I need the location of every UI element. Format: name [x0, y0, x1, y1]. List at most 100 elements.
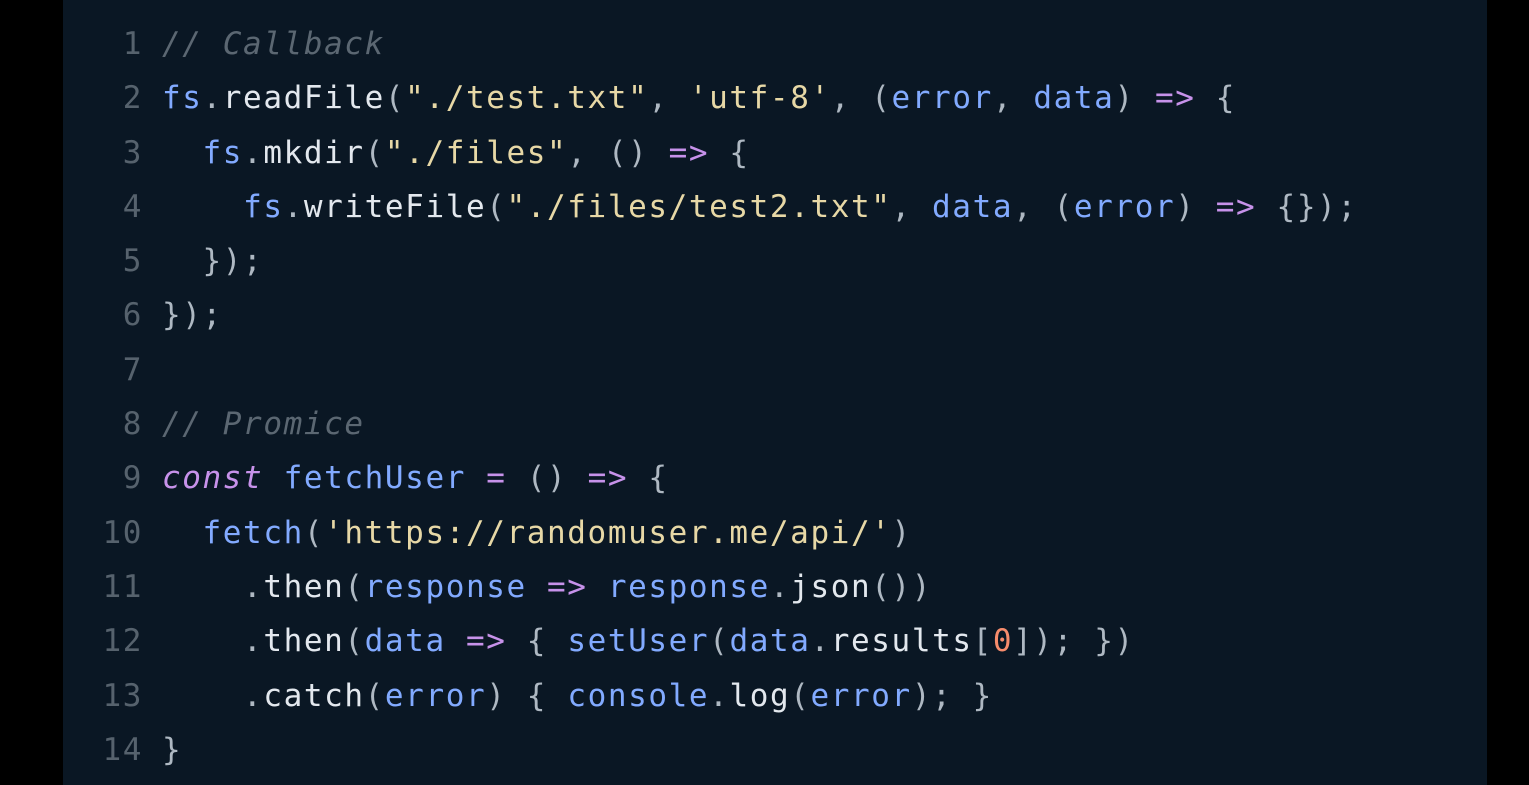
line-number: 14 [102, 731, 143, 768]
code-block: 1// Callback 2 fs.readFile("./test.txt", '… [63, 17, 1487, 777]
line-number: 9 [122, 460, 143, 497]
code-line: 10 fetch('https://randomuser.me/api/') [63, 506, 1487, 560]
code-token: . [162, 677, 264, 714]
code-token: fs [243, 188, 284, 225]
code-text: }); [162, 234, 263, 288]
code-token: . [162, 623, 264, 660]
code-text: fetch('https://randomuser.me/api/') [162, 506, 912, 560]
code-token: { [628, 460, 669, 497]
code-token: ) [1175, 188, 1216, 225]
code-token: console [567, 677, 710, 714]
code-token: }); [162, 297, 223, 334]
code-line: 5 }); [63, 234, 1487, 288]
code-token: "./test.txt" [405, 80, 649, 117]
code-token: data [729, 623, 811, 660]
code-token: => [1215, 188, 1257, 225]
code-line: 13 .catch(error) { console.log(error); } [63, 669, 1487, 723]
code-line: 3 fs.mkdir("./files", () => { [63, 126, 1487, 180]
code-token: ( [364, 677, 385, 714]
code-token: , ( [830, 80, 892, 117]
code-token: => [1154, 80, 1196, 117]
code-token: [ [972, 623, 993, 660]
code-token: 0 [992, 623, 1014, 660]
code-line: 6}); [63, 288, 1487, 342]
code-token: catch [263, 677, 365, 714]
code-token: { [1195, 80, 1237, 117]
code-token: ( [384, 80, 406, 117]
code-token: . [709, 677, 730, 714]
code-token: // Callback [162, 26, 385, 62]
code-token: , () [567, 134, 669, 171]
code-token: "./files" [384, 134, 568, 171]
code-token: response [607, 568, 770, 605]
code-token: // Promice [162, 406, 365, 443]
code-frame: 1// Callback 2 fs.readFile("./test.txt", '… [63, 0, 1487, 785]
code-token: ]); }) [1013, 623, 1135, 660]
line-number: 10 [102, 514, 143, 551]
code-line: 7 [63, 343, 1487, 397]
code-token: () [506, 460, 588, 497]
code-token: . [162, 568, 264, 605]
code-token: , [648, 80, 689, 117]
code-text: fs.readFile("./test.txt", 'utf-8', (erro… [162, 71, 1236, 125]
code-token: error [891, 80, 993, 117]
code-text: }); [162, 288, 223, 342]
line-number: 5 [122, 243, 143, 280]
code-token: , [891, 188, 933, 225]
code-token: { [709, 134, 750, 171]
code-token: error [384, 677, 487, 714]
code-token: log [729, 677, 791, 714]
code-token: fs [202, 134, 244, 171]
line-number: 4 [122, 188, 143, 225]
code-token: writeFile [303, 188, 487, 225]
code-token: ) { [486, 677, 568, 714]
code-token: ( [486, 188, 507, 225]
code-token: { [506, 623, 568, 660]
code-token: ( [303, 514, 325, 551]
code-token: . [202, 80, 223, 117]
code-token: ) [1114, 80, 1155, 117]
code-token: const [162, 460, 264, 497]
code-token: => [668, 134, 710, 171]
code-token: error [810, 677, 912, 714]
line-number: 13 [102, 677, 143, 714]
code-token: ( [709, 623, 730, 660]
code-token: ) [891, 514, 912, 551]
code-token: mkdir [263, 134, 365, 171]
line-number: 12 [102, 623, 143, 660]
code-text: .then(data => { setUser(data.results[0])… [162, 614, 1135, 668]
code-text: fs.writeFile("./files/test2.txt", data, … [162, 180, 1358, 234]
code-token: data [932, 188, 1014, 225]
code-token: error [1073, 188, 1176, 225]
code-token: setUser [567, 623, 710, 660]
code-token: response [364, 568, 527, 605]
code-token: . [810, 623, 831, 660]
code-token: fetch [202, 514, 304, 551]
line-number: 7 [122, 351, 143, 388]
code-token: data [364, 623, 446, 660]
line-number: 3 [122, 134, 143, 171]
code-text: .catch(error) { console.log(error); } [162, 669, 993, 723]
code-text: // Promice [162, 397, 365, 451]
code-line: 1 // Callback [63, 17, 1487, 71]
code-line: 4 fs.writeFile("./files/test2.txt", data… [63, 180, 1487, 234]
code-token: = [486, 460, 507, 497]
code-token: fetchUser [283, 460, 466, 497]
code-line: 14} [63, 723, 1487, 777]
code-token: 'https://randomuser.me/api/' [324, 514, 892, 551]
code-text: const fetchUser = () => { [162, 451, 669, 505]
code-line: 2 fs.readFile("./test.txt", 'utf-8', (err… [63, 71, 1487, 125]
code-token: results [830, 623, 973, 660]
code-token: {}); [1256, 188, 1358, 225]
code-token: . [283, 188, 304, 225]
code-line: 9 const fetchUser = () => { [63, 451, 1487, 505]
line-number: 8 [122, 406, 143, 443]
